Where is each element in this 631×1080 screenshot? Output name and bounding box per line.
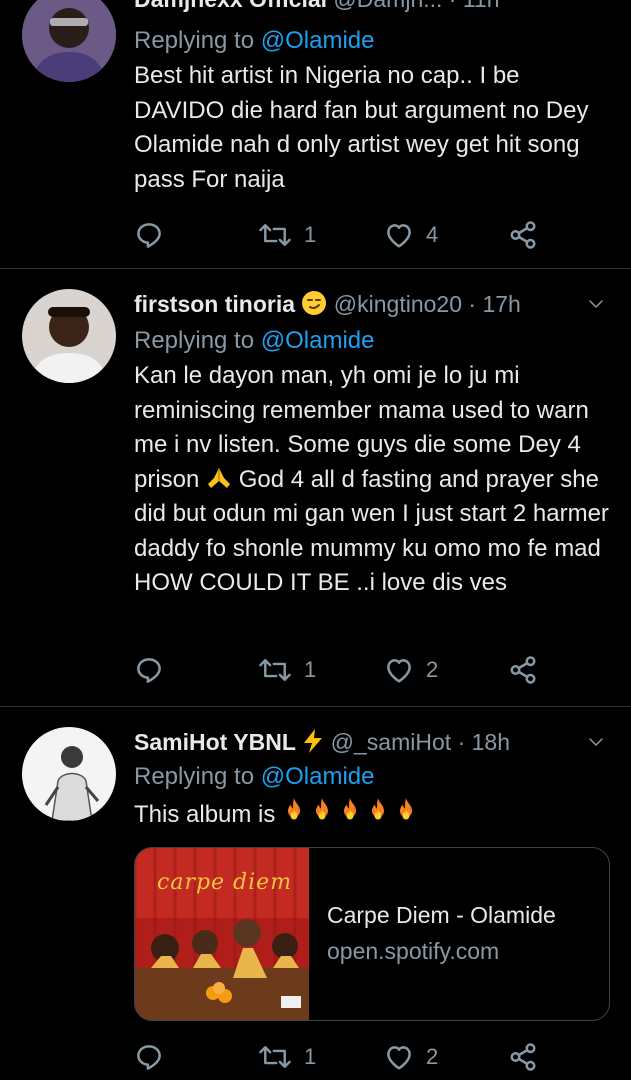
like-count: 4 xyxy=(426,222,439,247)
smirk-emoji-icon xyxy=(302,291,327,315)
retweet-count: 1 xyxy=(304,1044,317,1069)
user-handle[interactable]: @kingtino20 xyxy=(334,291,462,317)
reply-button[interactable] xyxy=(134,653,164,687)
tweet-time: · 18h xyxy=(457,729,510,755)
retweet-count: 1 xyxy=(304,657,317,682)
avatar[interactable] xyxy=(22,289,116,383)
reply-icon xyxy=(134,220,164,250)
replying-to: Replying to @Olamide xyxy=(134,763,375,790)
user-handle[interactable]: @_samiHot xyxy=(331,729,452,755)
retweet-icon xyxy=(258,220,292,250)
retweet-button[interactable]: 1 xyxy=(258,1040,316,1074)
tweet-text: Best hit artist in Nigeria no cap.. I be… xyxy=(134,62,589,193)
share-icon xyxy=(508,1042,538,1072)
like-icon xyxy=(384,655,414,685)
fire-emoji-icon xyxy=(338,797,362,825)
lightning-emoji-icon xyxy=(304,729,323,753)
tweet-1[interactable]: Damjhexx Official @Damjh... · 11h Replyi… xyxy=(0,0,631,268)
share-icon xyxy=(508,655,538,685)
tweet-3[interactable]: SamiHot YBNL @_samiHot · 18h Replying to… xyxy=(0,707,631,1080)
reply-button[interactable] xyxy=(134,1040,164,1074)
retweet-button[interactable]: 1 xyxy=(258,218,316,252)
retweet-icon xyxy=(258,1042,292,1072)
tweet-text: Kan le dayon man, yh omi je lo ju mi rem… xyxy=(134,362,609,596)
like-icon xyxy=(384,1042,414,1072)
card-title: Carpe Diem - Olamide xyxy=(327,902,556,928)
fire-emoji-icon xyxy=(394,797,418,825)
user-handle[interactable]: @Damjh... xyxy=(333,0,442,12)
retweet-count: 1 xyxy=(304,222,317,247)
reply-icon xyxy=(134,1042,164,1072)
tweet-2[interactable]: firstson tinoria @kingtino20 · 17h Reply… xyxy=(0,269,631,706)
like-count: 2 xyxy=(426,657,439,682)
avatar-image xyxy=(22,289,116,383)
retweet-button[interactable]: 1 xyxy=(258,653,316,687)
share-button[interactable] xyxy=(508,1040,538,1074)
replying-to-handle[interactable]: @Olamide xyxy=(261,327,375,354)
avatar[interactable] xyxy=(22,727,116,821)
tweet-header: SamiHot YBNL @_samiHot · 18h xyxy=(134,727,609,757)
caret-down-icon[interactable] xyxy=(587,733,605,751)
avatar[interactable] xyxy=(22,0,116,82)
avatar-image xyxy=(22,0,116,82)
reply-icon xyxy=(134,655,164,685)
fire-emoji-icon xyxy=(310,797,334,825)
share-button[interactable] xyxy=(508,218,538,252)
tweet-header: Damjhexx Official @Damjh... · 11h xyxy=(134,0,609,14)
avatar-image xyxy=(22,727,116,821)
tweet-header: firstson tinoria @kingtino20 · 17h xyxy=(134,289,609,319)
display-name[interactable]: firstson tinoria xyxy=(134,291,295,317)
share-icon xyxy=(508,220,538,250)
display-name[interactable]: Damjhexx Official xyxy=(134,0,327,12)
display-name[interactable]: SamiHot YBNL xyxy=(134,729,296,755)
retweet-icon xyxy=(258,655,292,685)
fire-emoji-icon xyxy=(282,797,306,825)
replying-to-handle[interactable]: @Olamide xyxy=(261,27,375,54)
replying-to: Replying to @Olamide xyxy=(134,327,375,354)
fire-emoji-icon xyxy=(366,797,390,825)
tweet-time: · 11h xyxy=(449,0,500,12)
link-preview-card[interactable]: carpe diem Carpe Diem - Olamide open.spo… xyxy=(134,847,610,1021)
tweet-time: · 17h xyxy=(468,291,521,317)
tweet-actions: 1 4 xyxy=(134,218,554,252)
like-icon xyxy=(384,220,414,250)
replying-to-handle[interactable]: @Olamide xyxy=(261,763,375,790)
like-button[interactable]: 2 xyxy=(384,653,438,687)
album-art-title: carpe diem xyxy=(157,870,293,895)
like-button[interactable]: 2 xyxy=(384,1040,438,1074)
praying-hands-emoji-icon xyxy=(208,467,231,488)
reply-button[interactable] xyxy=(134,218,164,252)
like-count: 2 xyxy=(426,1044,439,1069)
card-domain: open.spotify.com xyxy=(327,938,500,964)
replying-to: Replying to @Olamide xyxy=(134,27,375,54)
like-button[interactable]: 4 xyxy=(384,218,438,252)
caret-down-icon[interactable] xyxy=(587,295,605,313)
tweet-actions: 1 2 xyxy=(134,1040,554,1074)
album-art: carpe diem xyxy=(135,848,309,1020)
tweet-text: This album is xyxy=(134,797,609,833)
tweet-actions: 1 2 xyxy=(134,653,554,687)
share-button[interactable] xyxy=(508,653,538,687)
